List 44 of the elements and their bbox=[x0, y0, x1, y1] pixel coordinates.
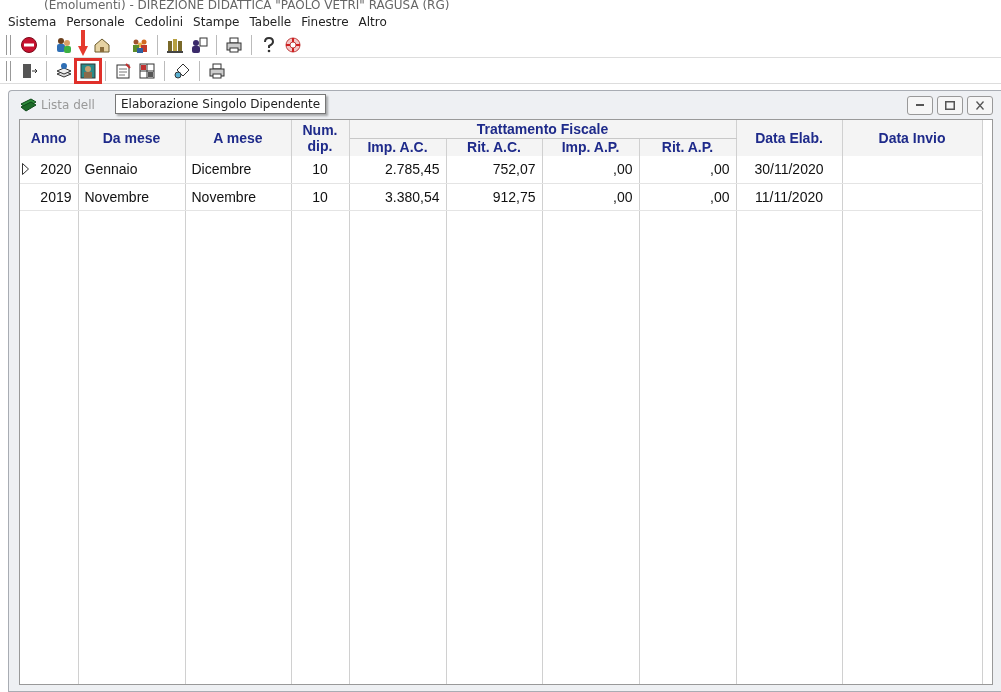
table-cell: 10 bbox=[312, 161, 328, 178]
table-cell: 2019 bbox=[40, 188, 72, 205]
minimize-button[interactable] bbox=[907, 95, 933, 115]
restore-button[interactable] bbox=[937, 95, 963, 115]
table-cell: Novembre bbox=[191, 188, 257, 205]
arrow-annotation bbox=[78, 29, 88, 56]
money-icon bbox=[19, 98, 37, 112]
column-header[interactable]: A mese bbox=[185, 120, 291, 156]
menu-item[interactable]: Tabelle bbox=[249, 15, 292, 29]
table-cell: 30/11/2020 bbox=[754, 161, 824, 178]
column-group-header: Trattamento Fiscale bbox=[349, 120, 736, 138]
column-header[interactable]: Num. dip. bbox=[291, 120, 349, 156]
close-button[interactable] bbox=[967, 95, 993, 115]
table-cell: 2.785,45 bbox=[385, 161, 440, 178]
row-indicator-icon bbox=[22, 163, 29, 175]
column-header[interactable]: Anno bbox=[20, 120, 78, 156]
table-cell: ,00 bbox=[710, 161, 730, 178]
minimize-icon bbox=[916, 104, 924, 106]
window-title: (Emolumenti) - DIREZIONE DIDATTICA "PAOLO VETRI" RAGUSA (RG) bbox=[43, 0, 451, 11]
menu-item[interactable]: Altro bbox=[358, 15, 387, 29]
table-cell: 10 bbox=[312, 188, 328, 205]
table-cell: 752,07 bbox=[492, 161, 536, 178]
table-cell: Gennaio bbox=[84, 161, 138, 178]
menu-item[interactable]: Finestre bbox=[301, 15, 349, 29]
column-header[interactable]: Data Elab. bbox=[736, 120, 842, 156]
table-cell: ,00 bbox=[710, 188, 730, 205]
table-cell: ,00 bbox=[613, 188, 633, 205]
table-cell: 11/11/2020 bbox=[755, 188, 823, 205]
menu-item[interactable]: Personale bbox=[66, 15, 125, 29]
menu-item[interactable]: Sistema bbox=[8, 15, 57, 29]
child-window-title: Lista dell bbox=[41, 98, 95, 112]
table-cell: 912,75 bbox=[492, 188, 536, 205]
table-cell: 2020 bbox=[40, 161, 72, 178]
table-cell: ,00 bbox=[613, 161, 633, 178]
close-icon bbox=[976, 100, 984, 110]
menu-item[interactable]: Stampe bbox=[193, 15, 240, 29]
table-cell: Novembre bbox=[84, 188, 150, 205]
table-cell: 3.380,54 bbox=[385, 188, 440, 205]
restore-icon bbox=[945, 100, 955, 110]
menu-item[interactable]: Cedolini bbox=[134, 15, 184, 29]
column-header[interactable]: Da mese bbox=[78, 120, 185, 156]
column-header[interactable]: Data Invio bbox=[842, 120, 982, 156]
tooltip: Elaborazione Singolo Dipendente bbox=[115, 94, 327, 114]
table-cell: Dicembre bbox=[191, 161, 252, 178]
